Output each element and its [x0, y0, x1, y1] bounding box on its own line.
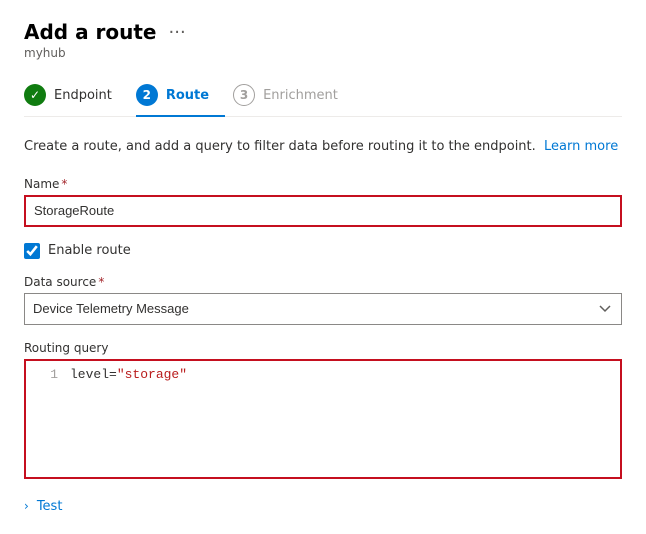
- name-input[interactable]: [24, 195, 622, 227]
- description-text: Create a route, and add a query to filte…: [24, 137, 622, 157]
- enable-route-row: Enable route: [24, 243, 622, 259]
- code-line-1: 1 level="storage": [26, 361, 620, 388]
- data-source-label: Data source*: [24, 275, 622, 289]
- routing-query-editor[interactable]: 1 level="storage": [24, 359, 622, 479]
- step-enrichment[interactable]: 3 Enrichment: [233, 76, 354, 116]
- code-content-1: level="storage": [70, 367, 187, 382]
- step-label-enrichment: Enrichment: [263, 88, 338, 103]
- hub-name: myhub: [24, 46, 622, 60]
- step-circle-enrichment: 3: [233, 84, 255, 106]
- page-title-row: Add a route ···: [24, 20, 622, 44]
- step-endpoint[interactable]: ✓ Endpoint: [24, 76, 128, 116]
- ellipsis-button[interactable]: ···: [165, 22, 190, 43]
- learn-more-link[interactable]: Learn more: [544, 139, 618, 154]
- code-string: "storage": [117, 367, 187, 382]
- step-circle-endpoint: ✓: [24, 84, 46, 106]
- name-field-group: Name*: [24, 177, 622, 227]
- data-source-dropdown[interactable]: Device Telemetry Message Device Twin Cha…: [24, 293, 622, 325]
- step-route[interactable]: 2 Route: [136, 76, 225, 116]
- routing-query-field-group: Routing query 1 level="storage": [24, 341, 622, 479]
- enable-route-label[interactable]: Enable route: [48, 243, 131, 258]
- test-label: Test: [37, 499, 63, 514]
- name-label: Name*: [24, 177, 622, 191]
- test-section[interactable]: › Test: [24, 499, 622, 514]
- data-source-field-group: Data source* Device Telemetry Message De…: [24, 275, 622, 325]
- chevron-right-icon: ›: [24, 499, 29, 513]
- routing-query-label: Routing query: [24, 341, 622, 355]
- step-circle-route: 2: [136, 84, 158, 106]
- steps-row: ✓ Endpoint 2 Route 3 Enrichment: [24, 76, 622, 117]
- enable-route-checkbox[interactable]: [24, 243, 40, 259]
- step-label-route: Route: [166, 88, 209, 103]
- line-number-1: 1: [34, 367, 58, 382]
- step-label-endpoint: Endpoint: [54, 88, 112, 103]
- page-title: Add a route: [24, 20, 157, 44]
